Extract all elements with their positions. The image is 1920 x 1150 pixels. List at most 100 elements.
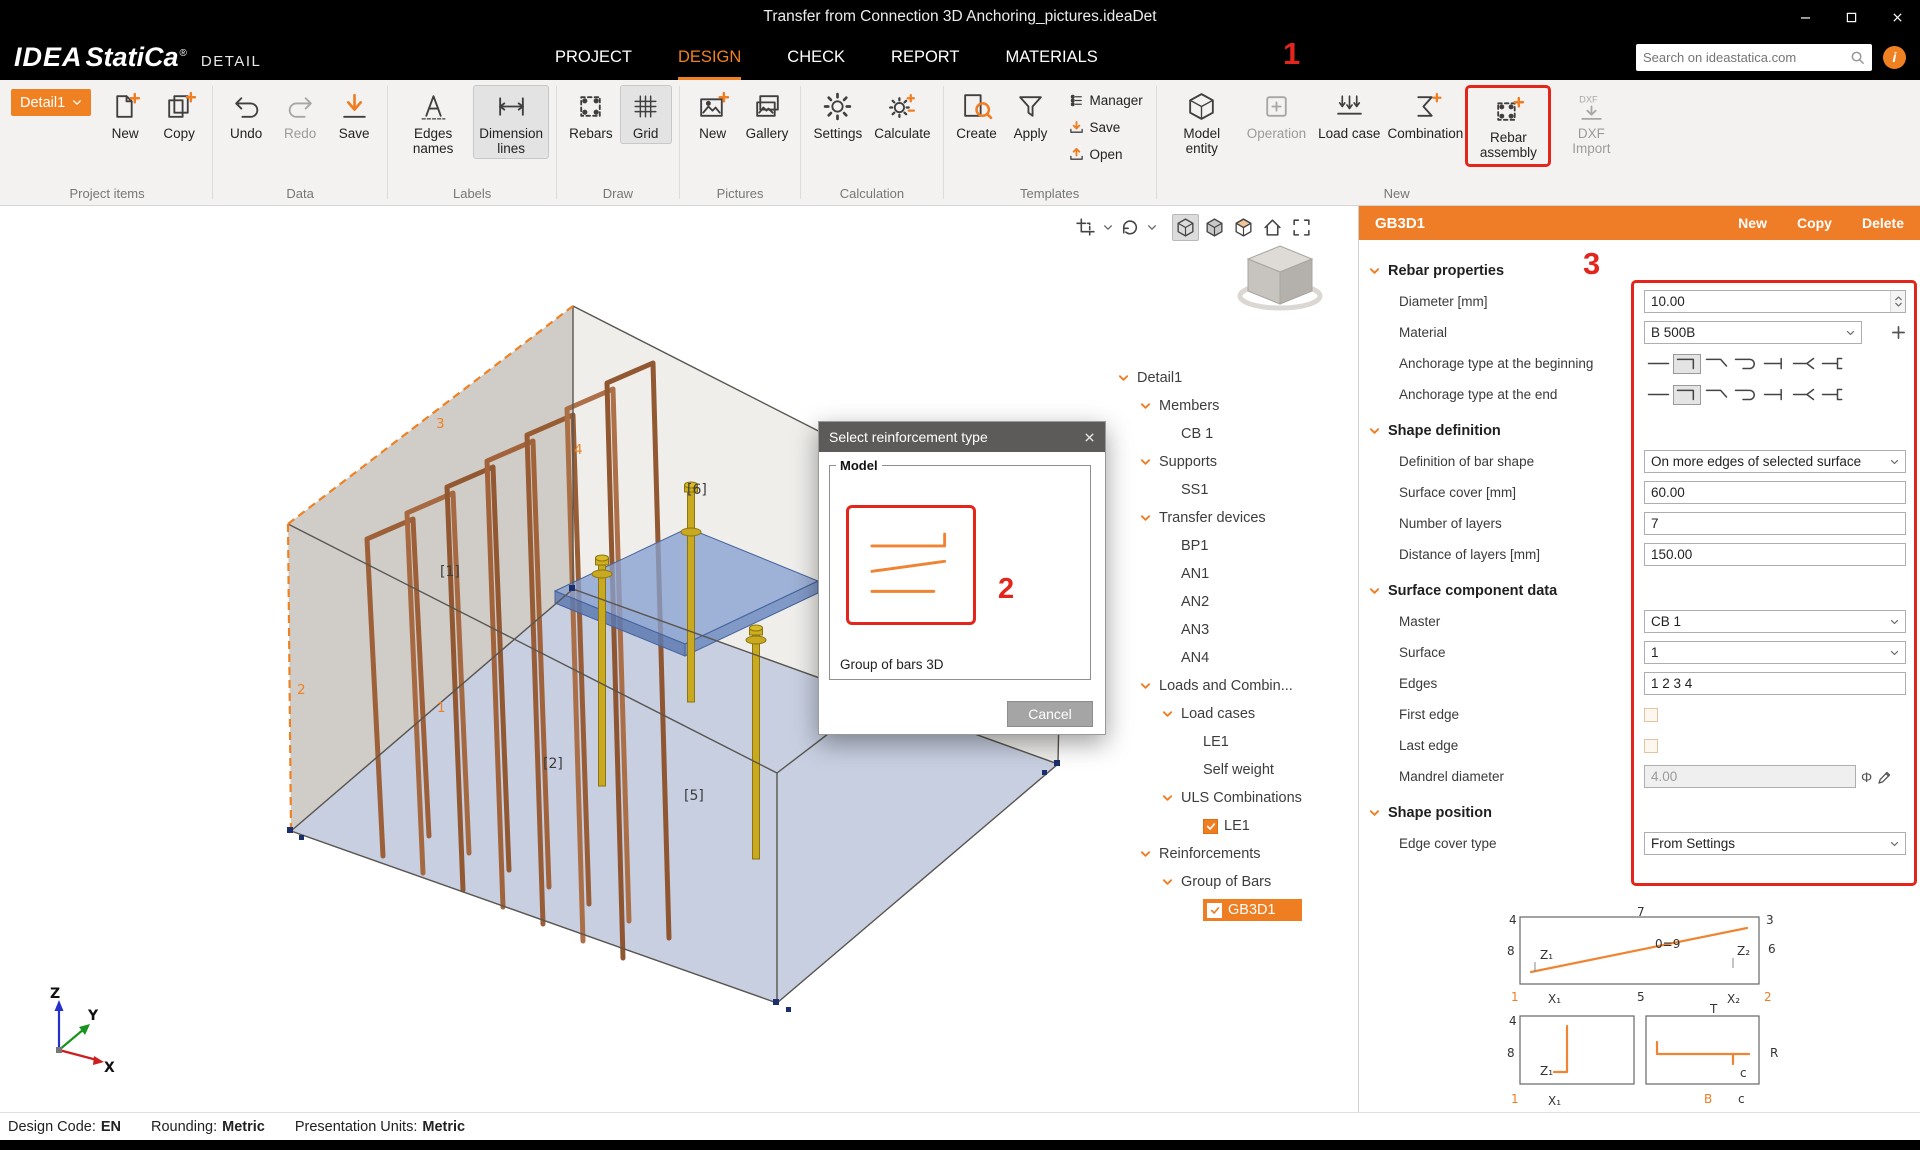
fit-button[interactable]	[1288, 214, 1315, 241]
anchorage-type-4-icon[interactable]	[1731, 385, 1759, 405]
create-button[interactable]: Create	[951, 85, 1003, 144]
anchorage-type-6-icon[interactable]	[1789, 385, 1817, 405]
cancel-button[interactable]: Cancel	[1007, 701, 1093, 727]
anchorage-type-6-icon[interactable]	[1789, 354, 1817, 374]
edge-cover-type-select[interactable]: From Settings	[1644, 832, 1906, 855]
search-box[interactable]	[1636, 44, 1872, 71]
definition-of-bar-shape-select[interactable]: On more edges of selected surface	[1644, 450, 1906, 473]
close-icon[interactable]	[1084, 432, 1095, 443]
tree-item-ss1[interactable]: SS1	[1112, 476, 1358, 504]
menu-project[interactable]: PROJECT	[555, 34, 632, 80]
chevron-down-icon[interactable]	[1162, 794, 1179, 802]
manager-button[interactable]: Manager	[1063, 88, 1149, 112]
redo-button[interactable]: Redo	[274, 85, 326, 144]
chevron-down-icon[interactable]	[1145, 224, 1158, 231]
search-input[interactable]	[1643, 50, 1850, 65]
anchorage-type-3-icon[interactable]	[1702, 385, 1730, 405]
home-button[interactable]	[1259, 214, 1286, 241]
navigation-cube[interactable]	[1230, 240, 1330, 324]
chevron-down-icon[interactable]	[1162, 878, 1179, 886]
combination-button[interactable]: Combination	[1387, 85, 1463, 144]
minimize-icon[interactable]	[1782, 0, 1828, 34]
copy-button[interactable]: Copy	[153, 85, 205, 144]
surface-select[interactable]: 1	[1644, 641, 1906, 664]
distance-of-layers-mm-input[interactable]	[1644, 543, 1906, 566]
tree-item-le1[interactable]: LE1	[1112, 812, 1358, 840]
new-button[interactable]: New	[687, 85, 739, 144]
chevron-down-icon[interactable]	[1118, 374, 1135, 382]
chevron-down-icon[interactable]	[1140, 402, 1157, 410]
dimension-lines-button[interactable]: Dimension lines	[473, 85, 549, 159]
menu-report[interactable]: REPORT	[891, 34, 959, 80]
master-select[interactable]: CB 1	[1644, 610, 1906, 633]
group-of-bars-3d-option[interactable]	[852, 511, 970, 619]
grid-button[interactable]: Grid	[620, 85, 672, 144]
section-shape-position[interactable]: Shape position	[1359, 798, 1920, 828]
menu-check[interactable]: CHECK	[787, 34, 845, 80]
anchorage-type-2-icon[interactable]	[1673, 354, 1701, 374]
diameter-mm-input[interactable]	[1644, 290, 1906, 313]
undo-button[interactable]: Undo	[220, 85, 272, 144]
operation-button[interactable]: Operation	[1242, 85, 1311, 144]
last-edge-checkbox[interactable]	[1644, 739, 1658, 753]
calculate-button[interactable]: Calculate	[869, 85, 935, 144]
anchorage-type-7-icon[interactable]	[1818, 385, 1846, 405]
tree-item-reinforcements[interactable]: Reinforcements	[1112, 840, 1358, 868]
tree-item-self-weight[interactable]: Self weight	[1112, 756, 1358, 784]
edges-input[interactable]	[1644, 672, 1906, 695]
spinner-icon[interactable]	[1890, 291, 1905, 312]
settings-button[interactable]: Settings	[808, 85, 867, 144]
rebar-assembly-button[interactable]: Rebar assembly	[1470, 89, 1546, 163]
copy-button[interactable]: Copy	[1797, 215, 1832, 231]
new-button[interactable]: New	[1738, 215, 1767, 231]
tree-item-an4[interactable]: AN4	[1112, 644, 1358, 672]
dxf-import-button[interactable]: DXFDXF Import	[1553, 85, 1629, 159]
rotate-tool-button[interactable]	[1116, 214, 1143, 241]
project-selector[interactable]: Detail1	[11, 89, 91, 116]
chevron-down-icon[interactable]	[1140, 682, 1157, 690]
material-select[interactable]: B 500B	[1644, 321, 1862, 344]
tree-item-loads-and-combin[interactable]: Loads and Combin...	[1112, 672, 1358, 700]
checkbox[interactable]	[1207, 903, 1222, 918]
menu-design[interactable]: DESIGN	[678, 34, 741, 80]
search-icon[interactable]	[1850, 50, 1865, 65]
anchorage-type-4-icon[interactable]	[1731, 354, 1759, 374]
delete-button[interactable]: Delete	[1862, 215, 1904, 231]
section-surface-component-data[interactable]: Surface component data	[1359, 576, 1920, 606]
tree-item-group-of-bars[interactable]: Group of Bars	[1112, 868, 1358, 896]
model-entity-button[interactable]: Model entity	[1164, 85, 1240, 159]
anchorage-type-3-icon[interactable]	[1702, 354, 1730, 374]
apply-button[interactable]: Apply	[1005, 85, 1057, 144]
info-icon[interactable]: i	[1883, 46, 1906, 69]
anchorage-type-5-icon[interactable]	[1760, 385, 1788, 405]
tree-item-load-cases[interactable]: Load cases	[1112, 700, 1358, 728]
close-icon[interactable]	[1874, 0, 1920, 34]
anchorage-type-5-icon[interactable]	[1760, 354, 1788, 374]
tree-item-gb3d1[interactable]: GB3D1	[1112, 896, 1358, 924]
edit-pencil-icon[interactable]	[1877, 769, 1893, 785]
tree-item-members[interactable]: Members	[1112, 392, 1358, 420]
tree-item-detail1[interactable]: Detail1	[1112, 364, 1358, 392]
tree-item-uls-combinations[interactable]: ULS Combinations	[1112, 784, 1358, 812]
tree-item-cb-1[interactable]: CB 1	[1112, 420, 1358, 448]
gallery-button[interactable]: Gallery	[741, 85, 794, 144]
chevron-down-icon[interactable]	[1101, 224, 1114, 231]
anchorage-type-2-icon[interactable]	[1673, 385, 1701, 405]
open-button[interactable]: Open	[1063, 142, 1149, 166]
maximize-icon[interactable]	[1828, 0, 1874, 34]
chevron-down-icon[interactable]	[1140, 458, 1157, 466]
dialog-header[interactable]: Select reinforcement type	[819, 422, 1105, 452]
tree-item-bp1[interactable]: BP1	[1112, 532, 1358, 560]
section-shape-definition[interactable]: Shape definition	[1359, 416, 1920, 446]
chevron-down-icon[interactable]	[1140, 514, 1157, 522]
add-material-button[interactable]	[1891, 325, 1906, 340]
new-button[interactable]: New	[99, 85, 151, 144]
surface-cover-mm-input[interactable]	[1644, 481, 1906, 504]
tree-item-an1[interactable]: AN1	[1112, 560, 1358, 588]
edges-names-button[interactable]: Edges names	[395, 85, 471, 159]
checkbox[interactable]	[1203, 819, 1218, 834]
menu-materials[interactable]: MATERIALS	[1006, 34, 1098, 80]
load-case-button[interactable]: Load case	[1313, 85, 1385, 144]
section-tool-button[interactable]	[1072, 214, 1099, 241]
cube-wire-button[interactable]	[1172, 214, 1199, 241]
